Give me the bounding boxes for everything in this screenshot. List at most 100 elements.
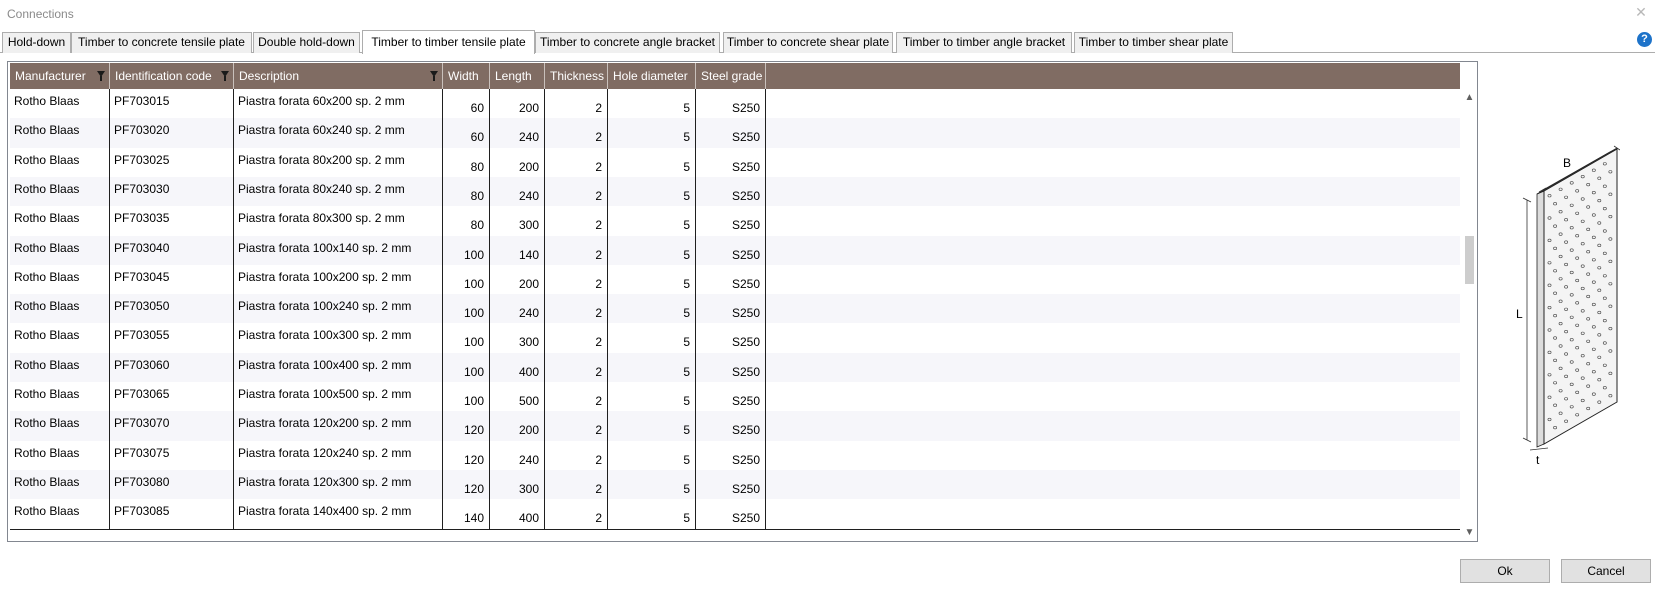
scroll-up-arrow-icon[interactable]: ▲: [1461, 89, 1477, 106]
filter-icon[interactable]: [221, 71, 229, 81]
row-filler: [766, 353, 1460, 383]
cell-description: Piastra forata 120x240 sp. 2 mm: [234, 440, 443, 471]
cell-thickness: 2: [545, 206, 608, 237]
cell-steel-grade: S250: [696, 176, 766, 207]
row-filler: [766, 441, 1460, 471]
cell-identification-code: PF703060: [110, 352, 234, 383]
table-row[interactable]: Rotho Blaas PF703035 Piastra forata 80x300…: [10, 206, 1460, 238]
column-header-thickness[interactable]: Thickness: [545, 63, 608, 89]
label-l: L: [1516, 307, 1523, 321]
table-row[interactable]: Rotho Blaas PF703040 Piastra forata 100x14…: [10, 235, 1460, 267]
table-row[interactable]: Rotho Blaas PF703070 Piastra forata 120x20…: [10, 411, 1460, 443]
table-row[interactable]: Rotho Blaas PF703055 Piastra forata 100x30…: [10, 323, 1460, 355]
table-row[interactable]: Rotho Blaas PF703060 Piastra forata 100x40…: [10, 352, 1460, 384]
column-header-width[interactable]: Width: [443, 63, 490, 89]
cell-width: 100: [443, 235, 490, 266]
cell-length: 300: [490, 469, 545, 500]
cell-identification-code: PF703080: [110, 469, 234, 500]
column-header-steel-grade[interactable]: Steel grade: [696, 63, 766, 89]
row-filler: [766, 470, 1460, 500]
cell-manufacturer: Rotho Blaas: [10, 382, 110, 412]
grid-header: Manufacturer Identification code Descripti…: [10, 63, 1460, 89]
tab-timber-to-timber-tensile-plate[interactable]: Timber to timber tensile plate: [362, 30, 535, 54]
cell-identification-code: PF703050: [110, 294, 234, 325]
cell-description: Piastra forata 120x200 sp. 2 mm: [234, 411, 443, 442]
row-filler: [766, 118, 1460, 148]
cell-manufacturer: Rotho Blaas: [10, 147, 110, 178]
filter-icon[interactable]: [97, 71, 105, 81]
cell-length: 300: [490, 206, 545, 237]
column-header-identification-code[interactable]: Identification code: [110, 63, 234, 89]
row-filler: [766, 89, 1460, 119]
column-header-length[interactable]: Length: [490, 63, 545, 89]
row-filler: [766, 323, 1460, 353]
row-filler: [766, 382, 1460, 412]
cell-description: Piastra forata 80x300 sp. 2 mm: [234, 206, 443, 237]
cell-steel-grade: S250: [696, 469, 766, 500]
column-header-manufacturer[interactable]: Manufacturer: [10, 63, 110, 89]
cell-thickness: 2: [545, 440, 608, 471]
vertical-scrollbar[interactable]: ▲ ▼: [1461, 89, 1477, 541]
cell-thickness: 2: [545, 294, 608, 325]
column-header-label: Hole diameter: [613, 69, 688, 83]
filter-icon[interactable]: [430, 71, 438, 81]
table-row[interactable]: Rotho Blaas PF703080 Piastra forata 120x30…: [10, 469, 1460, 501]
close-icon[interactable]: ✕: [1633, 4, 1649, 20]
table-row[interactable]: Rotho Blaas PF703075 Piastra forata 120x24…: [10, 440, 1460, 472]
tab-timber-to-timber-shear-plate[interactable]: Timber to timber shear plate: [1074, 32, 1233, 53]
tab-bar: Hold-down Timber to concrete tensile plat…: [0, 30, 1655, 54]
tab-double-hold-down[interactable]: Double hold-down: [253, 32, 360, 53]
table-row[interactable]: Rotho Blaas PF703085 Piastra forata 140x40…: [10, 499, 1460, 531]
cell-hole-diameter: 5: [608, 294, 696, 325]
row-filler: [766, 294, 1460, 324]
tab-timber-to-concrete-angle-bracket[interactable]: Timber to concrete angle bracket: [535, 32, 720, 53]
column-header-label: Manufacturer: [15, 69, 86, 83]
cell-hole-diameter: 5: [608, 206, 696, 237]
cell-length: 200: [490, 147, 545, 178]
cell-identification-code: PF703025: [110, 147, 234, 178]
table-row[interactable]: Rotho Blaas PF703045 Piastra forata 100x20…: [10, 264, 1460, 296]
cell-hole-diameter: 5: [608, 235, 696, 266]
cell-description: Piastra forata 60x240 sp. 2 mm: [234, 118, 443, 149]
table-row[interactable]: Rotho Blaas PF703015 Piastra forata 60x200…: [10, 89, 1460, 120]
column-header-description[interactable]: Description: [234, 63, 443, 89]
cell-width: 100: [443, 382, 490, 412]
tab-timber-to-timber-angle-bracket[interactable]: Timber to timber angle bracket: [896, 32, 1072, 53]
cell-steel-grade: S250: [696, 264, 766, 295]
table-row[interactable]: Rotho Blaas PF703050 Piastra forata 100x24…: [10, 294, 1460, 326]
cell-hole-diameter: 5: [608, 89, 696, 119]
column-header-hole-diameter[interactable]: Hole diameter: [608, 63, 696, 89]
ok-button[interactable]: Ok: [1460, 559, 1550, 583]
cell-width: 60: [443, 118, 490, 149]
cell-thickness: 2: [545, 469, 608, 500]
cell-width: 80: [443, 147, 490, 178]
cell-thickness: 2: [545, 382, 608, 412]
scroll-thumb[interactable]: [1465, 235, 1474, 284]
help-icon[interactable]: ?: [1637, 32, 1652, 47]
cell-thickness: 2: [545, 89, 608, 119]
cell-manufacturer: Rotho Blaas: [10, 206, 110, 237]
table-row[interactable]: Rotho Blaas PF703030 Piastra forata 80x240…: [10, 176, 1460, 208]
cell-steel-grade: S250: [696, 89, 766, 119]
cell-manufacturer: Rotho Blaas: [10, 323, 110, 354]
column-header-label: Thickness: [550, 69, 605, 83]
cell-length: 200: [490, 411, 545, 442]
cell-hole-diameter: 5: [608, 440, 696, 471]
cancel-button[interactable]: Cancel: [1561, 559, 1651, 583]
cell-steel-grade: S250: [696, 147, 766, 178]
tab-timber-to-concrete-shear-plate[interactable]: Timber to concrete shear plate: [723, 32, 893, 53]
cell-manufacturer: Rotho Blaas: [10, 89, 110, 119]
table-row[interactable]: Rotho Blaas PF703025 Piastra forata 80x200…: [10, 147, 1460, 179]
tab-hold-down[interactable]: Hold-down: [2, 32, 71, 53]
dimension-line-thickness: [1529, 447, 1549, 451]
cell-description: Piastra forata 100x240 sp. 2 mm: [234, 294, 443, 325]
cell-manufacturer: Rotho Blaas: [10, 499, 110, 530]
cell-hole-diameter: 5: [608, 499, 696, 530]
cell-steel-grade: S250: [696, 382, 766, 412]
cell-manufacturer: Rotho Blaas: [10, 469, 110, 500]
cell-identification-code: PF703040: [110, 235, 234, 266]
tab-timber-to-concrete-tensile-plate[interactable]: Timber to concrete tensile plate: [71, 32, 252, 53]
scroll-down-arrow-icon[interactable]: ▼: [1461, 524, 1477, 541]
table-row[interactable]: Rotho Blaas PF703065 Piastra forata 100x50…: [10, 382, 1460, 413]
table-row[interactable]: Rotho Blaas PF703020 Piastra forata 60x240…: [10, 118, 1460, 150]
